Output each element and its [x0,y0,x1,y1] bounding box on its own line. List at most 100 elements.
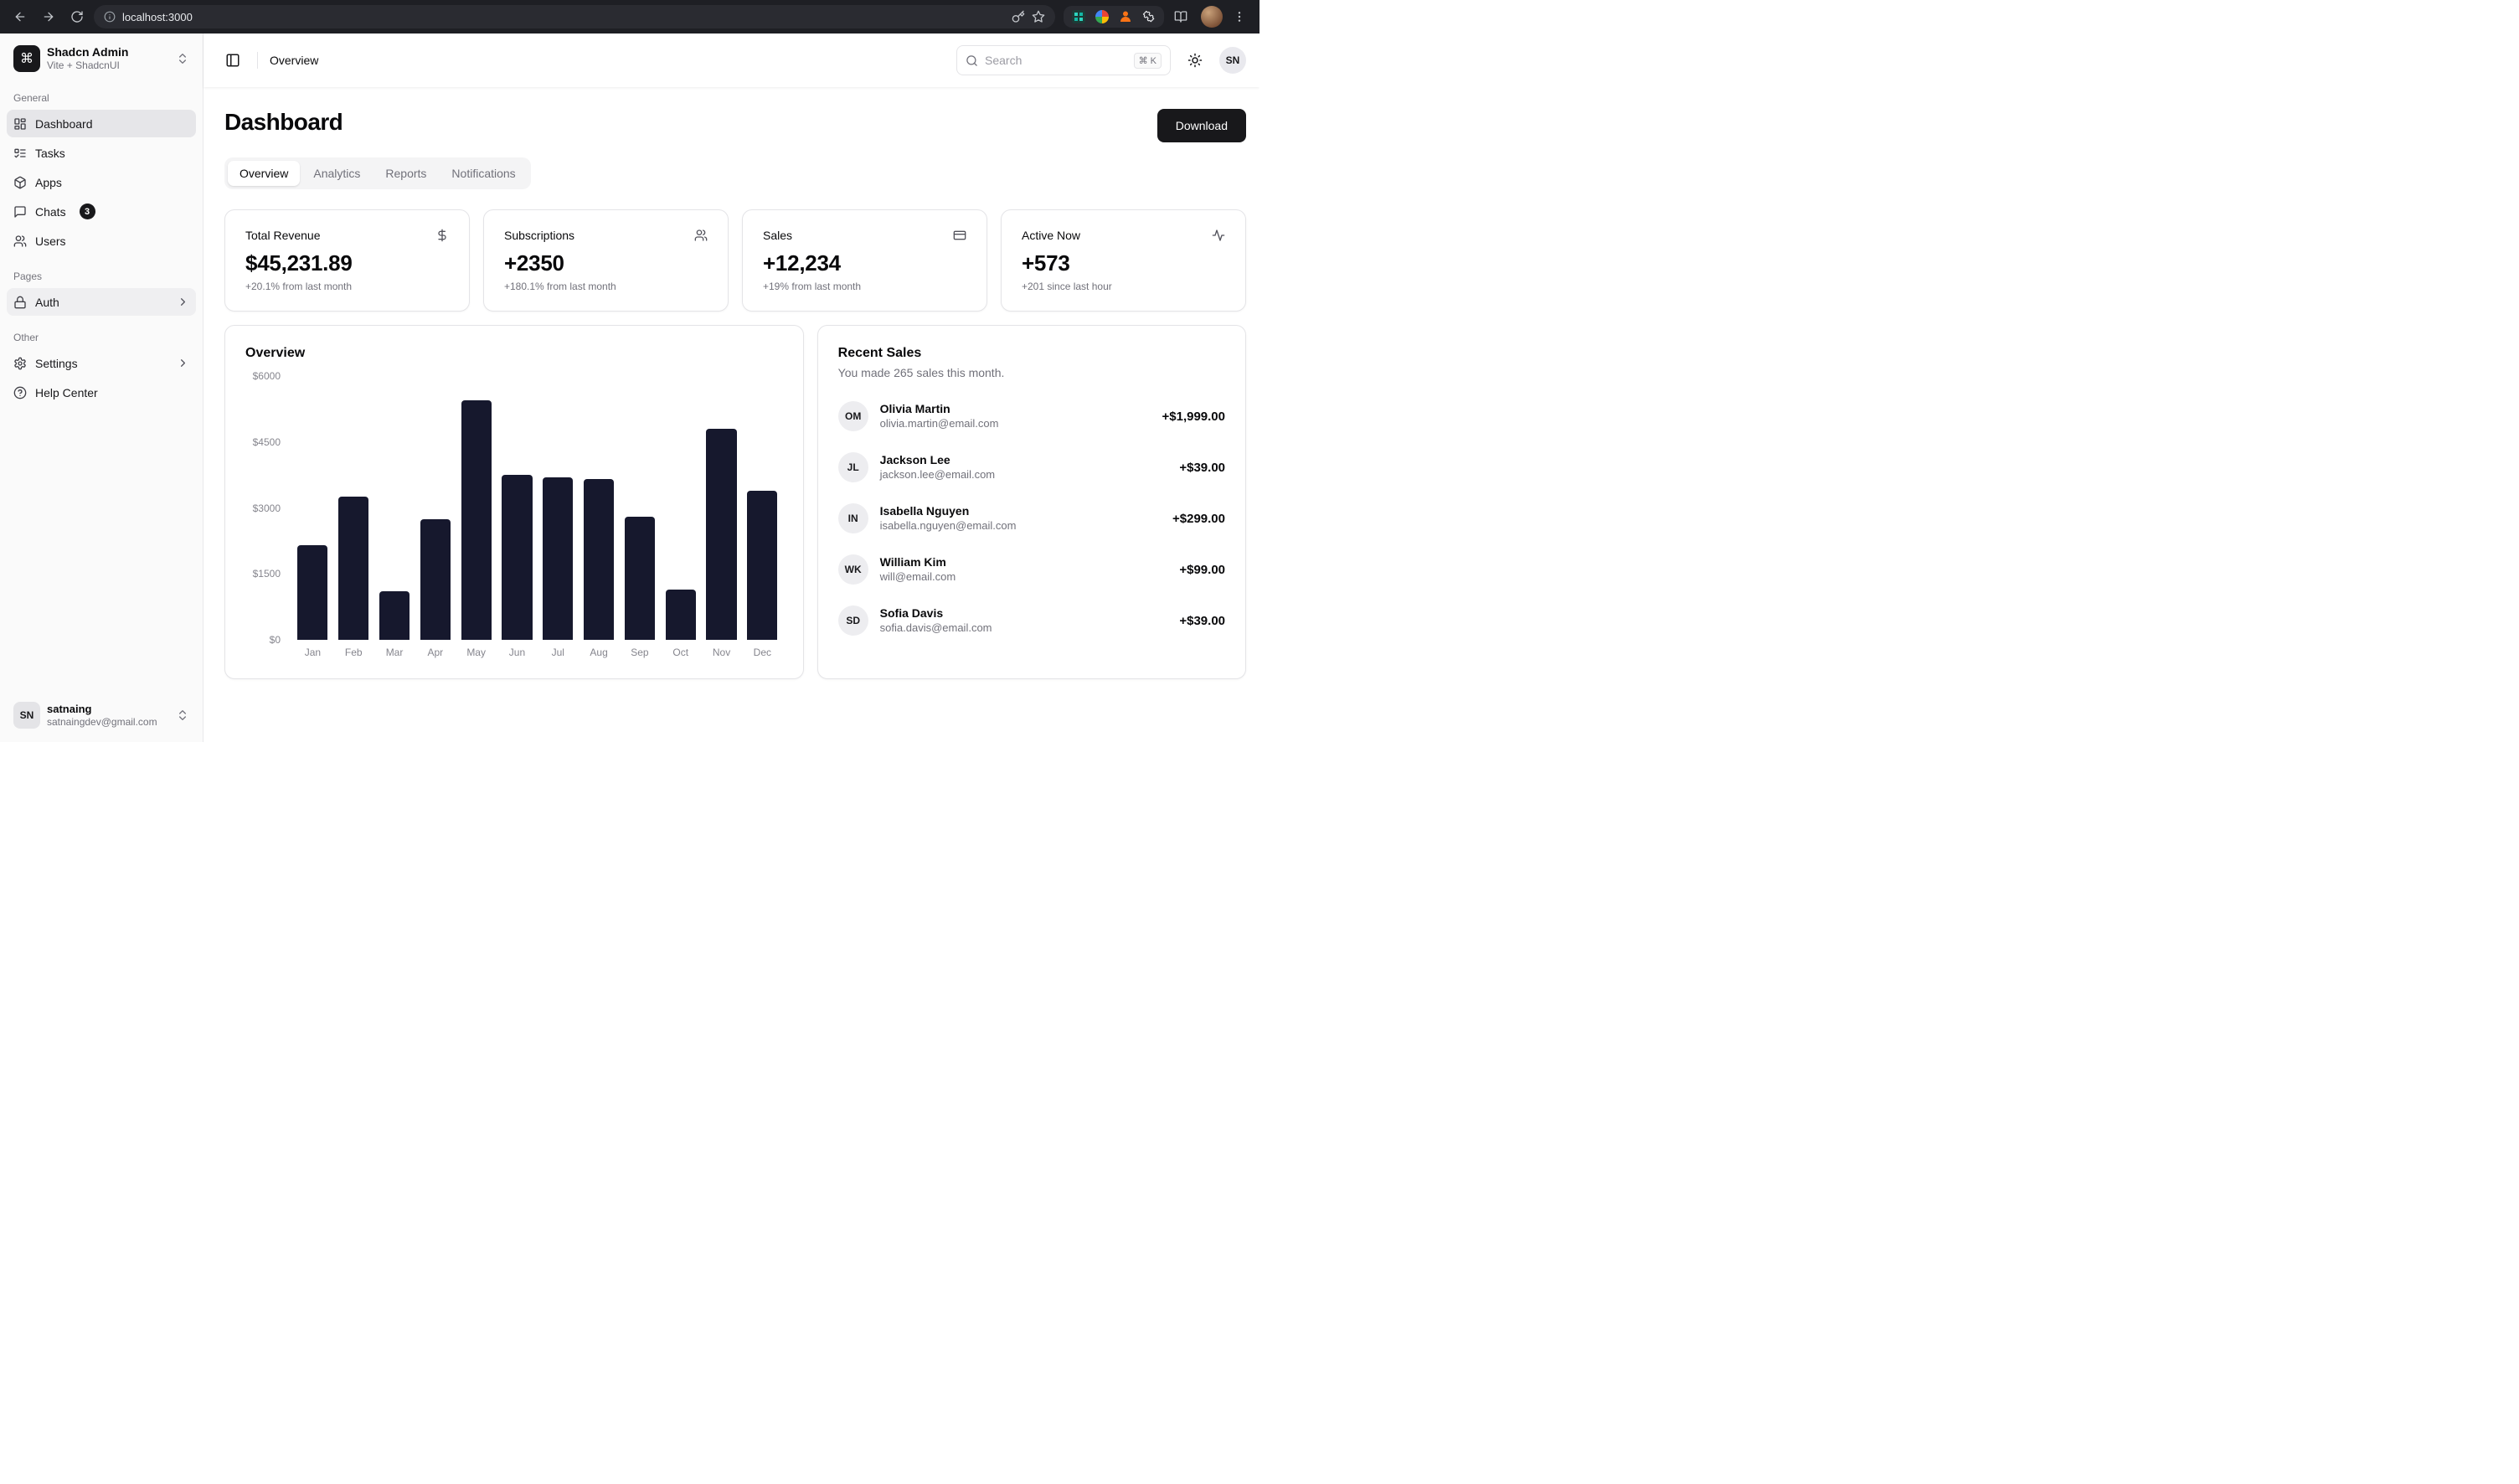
chart-bar [584,479,614,640]
dashboard-icon [13,117,27,131]
sales-list: OM Olivia Martin olivia.martin@email.com… [838,401,1225,636]
sidebar-item-label: Settings [35,357,78,370]
sidebar-item-chats[interactable]: Chats 3 [7,198,196,225]
chart-y-tick: $3000 [253,502,281,514]
sidebar-item-auth[interactable]: Auth [7,288,196,316]
chart-x-tick: Dec [742,647,783,658]
refresh-icon [70,10,84,23]
stat-card-active-now: Active Now +573 +201 since last hour [1001,209,1246,312]
chevron-right-icon [177,357,189,369]
search-shortcut-kbd: ⌘ K [1134,53,1162,69]
extensions-puzzle-icon[interactable] [1142,10,1156,23]
sidebar-item-settings[interactable]: Settings [7,349,196,377]
user-email: satnaingdev@gmail.com [47,716,169,728]
list-item: WK William Kim will@email.com +$99.00 [838,554,1225,585]
chart-x-tick: Oct [660,647,701,658]
chart-y-axis: $6000$4500$3000$1500$0 [245,376,292,640]
list-item: SD Sofia Davis sofia.davis@email.com +$3… [838,605,1225,636]
bookmark-star-icon[interactable] [1032,10,1045,23]
sidebar-item-users[interactable]: Users [7,227,196,255]
url-text: localhost:3000 [122,11,193,23]
sale-amount: +$39.00 [1179,614,1225,628]
tab-overview[interactable]: Overview [228,161,300,186]
download-button[interactable]: Download [1157,109,1246,142]
profile-avatar[interactable]: SN [1219,47,1246,74]
chart-x-tick: Aug [579,647,620,658]
stat-delta: +180.1% from last month [504,281,708,292]
page-content: Dashboard Download Overview Analytics Re… [203,87,1260,742]
sidebar-item-help-center[interactable]: Help Center [7,379,196,406]
chart-bar-column [415,376,456,640]
credit-card-icon [953,229,966,242]
list-item: JL Jackson Lee jackson.lee@email.com +$3… [838,452,1225,482]
tab-reports[interactable]: Reports [373,161,438,186]
sidebar-item-tasks[interactable]: Tasks [7,139,196,167]
chart-plot [292,376,783,640]
recent-sales-subtitle: You made 265 sales this month. [838,366,1225,379]
topbar-separator [257,52,258,69]
chart-x-tick: Jun [497,647,538,658]
sidebar-toggle-button[interactable] [220,48,245,73]
section-label-other: Other [7,325,196,348]
sale-email: isabella.nguyen@email.com [880,518,1161,533]
arrow-left-icon [13,10,27,23]
extension-icon-circle[interactable] [1095,10,1109,23]
stat-title: Sales [763,229,792,242]
browser-menu-icon[interactable] [1228,5,1251,28]
password-key-icon[interactable] [1012,10,1025,23]
stat-value: +12,234 [763,250,966,276]
sun-icon [1187,53,1203,68]
address-bar[interactable]: localhost:3000 [94,5,1055,28]
chart-bar [379,591,410,640]
avatar: SD [838,605,868,636]
tasks-icon [13,147,27,160]
sidebar-user-menu[interactable]: SN satnaing satnaingdev@gmail.com [7,695,196,735]
chevrons-up-down-icon [176,52,189,65]
stat-title: Total Revenue [245,229,321,242]
theme-toggle-button[interactable] [1182,48,1208,73]
tab-notifications[interactable]: Notifications [440,161,527,186]
stat-value: +2350 [504,250,708,276]
kebab-menu-icon [1233,10,1246,23]
arrow-right-icon [42,10,55,23]
site-info-icon[interactable] [104,11,116,23]
user-name: satnaing [47,703,169,716]
charts-row: Overview $6000$4500$3000$1500$0 JanFebMa… [224,325,1246,679]
tab-analytics[interactable]: Analytics [301,161,372,186]
sidebar-item-label: Help Center [35,386,98,399]
sale-text: Sofia Davis sofia.davis@email.com [880,605,1168,636]
browser-refresh-button[interactable] [65,5,89,28]
sale-text: Isabella Nguyen isabella.nguyen@email.co… [880,503,1161,533]
stat-delta: +19% from last month [763,281,966,292]
sale-amount: +$99.00 [1179,563,1225,577]
chart-bar-column [742,376,783,640]
bar-chart: $6000$4500$3000$1500$0 [245,376,783,640]
recent-sales-card: Recent Sales You made 265 sales this mon… [817,325,1246,679]
browser-forward-button[interactable] [37,5,60,28]
chart-bar [625,517,655,640]
chart-bar-column [497,376,538,640]
chart-x-tick: Jan [292,647,333,658]
sale-text: Olivia Martin olivia.martin@email.com [880,401,1151,431]
chats-count-badge: 3 [80,204,95,219]
lock-icon [13,296,27,309]
extension-icon-person[interactable] [1119,10,1132,23]
breadcrumb: Overview [270,54,318,67]
search-box[interactable]: ⌘ K [956,45,1171,75]
sale-name: Sofia Davis [880,605,1168,621]
chart-bar-column [292,376,333,640]
sale-name: Isabella Nguyen [880,503,1161,518]
chart-bar-column [660,376,701,640]
reading-list-icon[interactable] [1169,5,1193,28]
search-input[interactable] [985,54,1127,67]
chats-icon [13,205,27,219]
extension-icon-grid[interactable] [1072,10,1085,23]
chart-bar [420,519,451,640]
sidebar-item-apps[interactable]: Apps [7,168,196,196]
sidebar-item-dashboard[interactable]: Dashboard [7,110,196,137]
browser-profile-avatar[interactable] [1201,6,1223,28]
app-window: localhost:3000 ⌘ Shadcn Admin [0,0,1260,742]
stat-head: Active Now [1022,229,1225,242]
browser-back-button[interactable] [8,5,32,28]
team-switcher[interactable]: ⌘ Shadcn Admin Vite + ShadcnUI [7,40,196,77]
